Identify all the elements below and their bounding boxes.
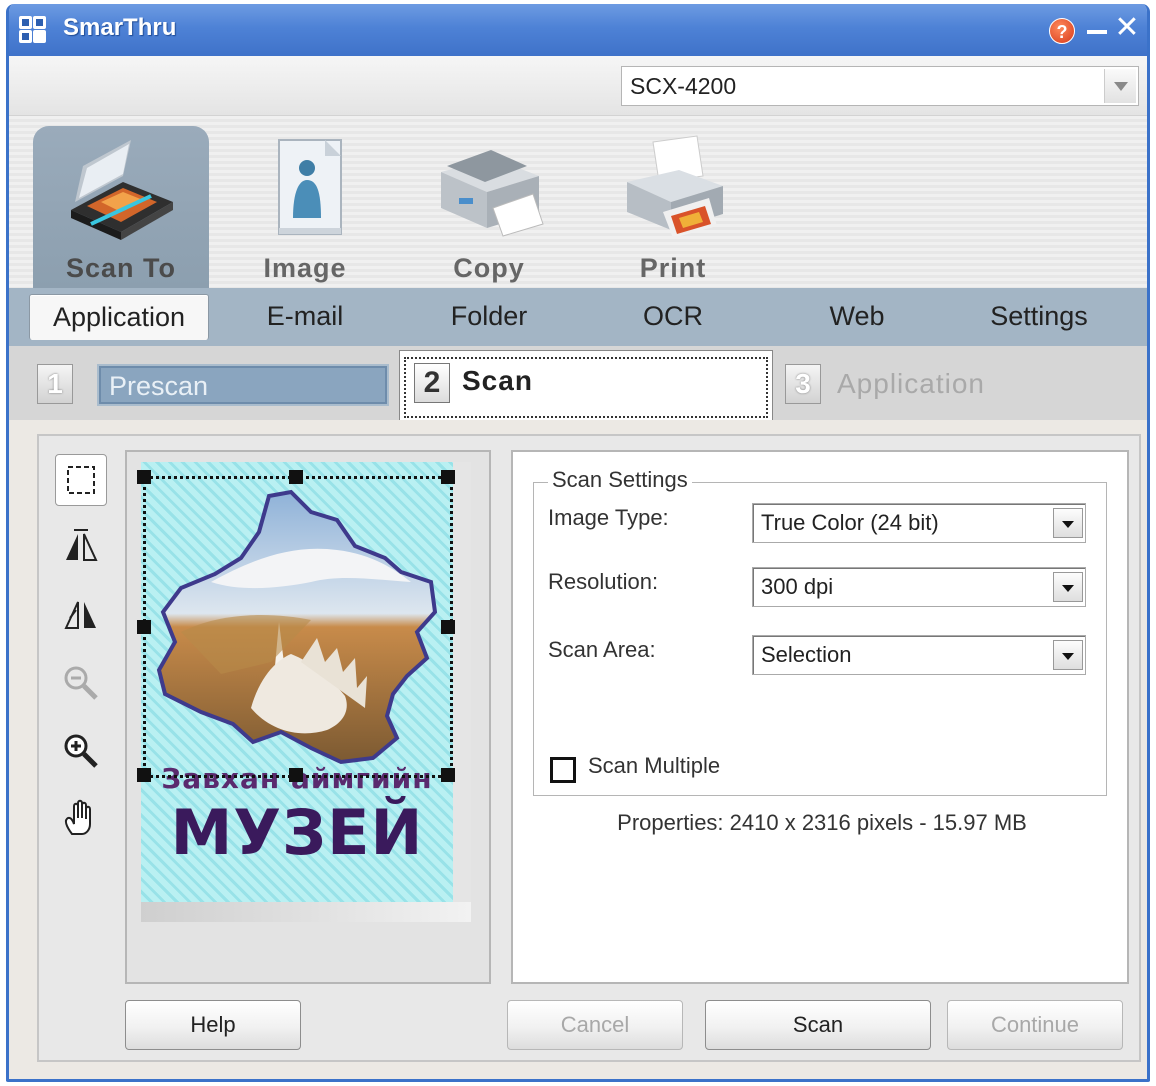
step-prescan[interactable]: Prescan	[97, 364, 389, 406]
selection-tool-button[interactable]	[55, 454, 107, 506]
app-logo-icon	[19, 16, 49, 46]
scan-multiple-label[interactable]: Scan Multiple	[588, 753, 720, 779]
cancel-button[interactable]: Cancel	[507, 1000, 683, 1050]
device-bar: SCX-4200	[9, 56, 1147, 116]
zoom-out-button[interactable]	[55, 658, 107, 710]
resolution-value: 300 dpi	[761, 574, 834, 599]
tool-tab-label: Print	[639, 253, 707, 283]
zoom-in-button[interactable]	[55, 726, 107, 778]
resolution-label: Resolution:	[548, 569, 659, 594]
zoom-out-icon	[64, 666, 98, 700]
subtab-web[interactable]: Web	[767, 294, 947, 340]
image-type-value: True Color (24 bit)	[761, 510, 939, 535]
selection-handle[interactable]	[441, 768, 455, 782]
selection-handle[interactable]	[289, 470, 303, 484]
properties-text: Properties: 2410 x 2316 pixels - 15.97 M…	[617, 810, 1027, 835]
step-tabs: 1 Prescan 2 Scan 3 Application	[9, 346, 1147, 420]
scan-settings-group: Scan Settings Image Type: True Color (24…	[533, 467, 1107, 796]
image-type-select[interactable]: True Color (24 bit)	[752, 503, 1086, 543]
title-bar[interactable]: SmarThru ? ✕	[9, 4, 1147, 56]
step-2-number: 2	[414, 363, 450, 403]
sub-tabs: Application E-mail Folder OCR Web Settin…	[9, 288, 1147, 346]
continue-button[interactable]: Continue	[947, 1000, 1123, 1050]
flip-vertical-button[interactable]	[55, 590, 107, 642]
flip-vertical-icon	[64, 601, 96, 629]
scan-settings-panel: Scan Settings Image Type: True Color (24…	[511, 450, 1129, 984]
printer-icon	[627, 135, 723, 238]
selection-handle[interactable]	[289, 768, 303, 782]
help-icon[interactable]: ?	[1049, 18, 1075, 44]
chevron-down-icon[interactable]	[1104, 69, 1136, 103]
tool-tabs: Scan To Image Copy Print	[9, 116, 1147, 288]
close-icon[interactable]: ✕	[1113, 13, 1141, 43]
resolution-select[interactable]: 300 dpi	[752, 567, 1086, 607]
tool-tab-print[interactable]: Print	[585, 126, 761, 288]
subtab-ocr[interactable]: OCR	[583, 294, 763, 340]
window-title: SmarThru	[63, 14, 177, 41]
scan-area-value: Selection	[761, 642, 852, 667]
tool-tab-image[interactable]: Image	[217, 126, 393, 288]
selection-icon	[67, 466, 95, 494]
zoom-in-icon	[64, 734, 98, 768]
subtab-folder[interactable]: Folder	[399, 294, 579, 340]
scanner-icon	[71, 140, 173, 240]
scan-button[interactable]: Scan	[705, 1000, 931, 1050]
subtab-email[interactable]: E-mail	[215, 294, 395, 340]
scan-settings-legend: Scan Settings	[548, 467, 692, 493]
selection-rectangle[interactable]	[143, 476, 453, 778]
selection-handle[interactable]	[137, 470, 151, 484]
tool-tab-label: Scan To	[65, 253, 177, 283]
selection-handle[interactable]	[137, 620, 151, 634]
tool-tab-label: Image	[263, 253, 347, 283]
chevron-down-icon[interactable]	[1053, 508, 1083, 538]
step-3-number: 3	[785, 364, 821, 404]
minimize-icon[interactable]	[1087, 30, 1107, 34]
scanned-page: Завхан аймгийн МУЗЕЙ	[137, 462, 455, 902]
help-button[interactable]: Help	[125, 1000, 301, 1050]
device-select[interactable]: SCX-4200	[621, 66, 1139, 106]
scan-area-select[interactable]: Selection	[752, 635, 1086, 675]
preview-toolbar	[51, 454, 111, 874]
tool-tab-scan-to[interactable]: Scan To	[33, 126, 209, 288]
tool-tab-copy[interactable]: Copy	[401, 126, 577, 288]
image-caption-large: МУЗЕЙ	[170, 796, 424, 869]
flip-horizontal-button[interactable]	[55, 522, 107, 574]
selection-handle[interactable]	[137, 768, 151, 782]
tool-tab-label: Copy	[453, 253, 525, 283]
scan-panel: Завхан аймгийн МУЗЕЙ Scan Settings Image…	[37, 434, 1141, 1062]
hand-pan-icon	[64, 799, 91, 835]
scan-area-label: Scan Area:	[548, 637, 656, 662]
step-1-number: 1	[37, 364, 73, 404]
copier-icon	[441, 150, 544, 237]
image-type-label: Image Type:	[548, 505, 669, 530]
device-select-value: SCX-4200	[630, 73, 737, 99]
smarthru-window: SmarThru ? ✕ SCX-4200 Scan To Image Copy…	[6, 4, 1150, 1082]
step-scan-label: Scan	[462, 365, 533, 396]
step-prescan-label: Prescan	[109, 371, 209, 401]
scanned-image: Завхан аймгийн МУЗЕЙ	[137, 462, 471, 922]
step-scan[interactable]: 2 Scan	[399, 350, 773, 420]
scan-edge	[141, 902, 471, 922]
pan-button[interactable]	[55, 794, 107, 846]
chevron-down-icon[interactable]	[1053, 572, 1083, 602]
selection-handle[interactable]	[441, 470, 455, 484]
subtab-application[interactable]: Application	[29, 294, 209, 340]
selection-handle[interactable]	[441, 620, 455, 634]
flip-horizontal-icon	[66, 529, 98, 561]
focus-ring	[404, 357, 768, 418]
preview-area[interactable]: Завхан аймгийн МУЗЕЙ	[125, 450, 491, 984]
image-icon	[278, 139, 342, 235]
subtab-settings[interactable]: Settings	[949, 294, 1129, 340]
scan-multiple-checkbox[interactable]	[550, 757, 576, 783]
step-application-label[interactable]: Application	[837, 368, 985, 400]
chevron-down-icon[interactable]	[1053, 640, 1083, 670]
